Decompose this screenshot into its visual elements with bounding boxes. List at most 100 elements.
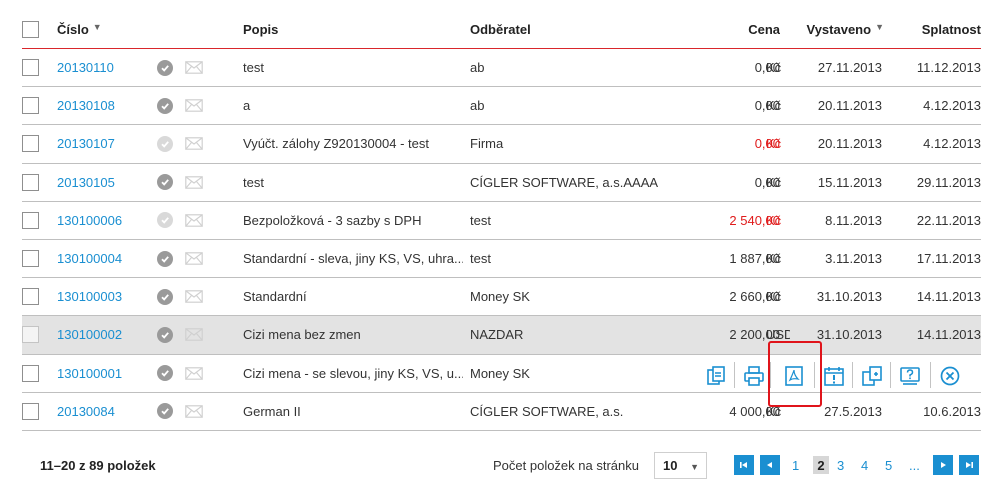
column-header-splatnost[interactable]: Splatnost [892,11,981,48]
prev-page-icon[interactable] [760,455,780,475]
row-checkbox[interactable] [22,288,39,306]
row-checkbox[interactable] [22,402,39,420]
row-select-cell[interactable] [22,164,44,201]
invoice-number-link[interactable]: 130100003 [57,289,122,304]
row-checkbox[interactable] [22,211,39,229]
print-icon[interactable] [742,364,766,388]
column-label: Cena [748,22,780,37]
row-checkbox[interactable] [22,97,39,115]
status-cell [157,393,207,430]
table-row[interactable]: 20130105 test CÍGLER SOFTWARE, a.s.AAAA 0,0… [22,164,981,202]
invoice-number-link[interactable]: 20130084 [57,404,115,419]
page-link[interactable]: 2 [813,456,829,474]
row-select-cell[interactable] [22,240,44,277]
column-header-popis[interactable]: Popis [243,11,463,48]
page-link[interactable]: 3 [837,456,844,474]
table-row[interactable]: 130100006 Bezpoložková - 3 sazby s DPH tes… [22,202,981,240]
row-checkbox[interactable] [22,173,39,191]
customer-cell: Money SK [470,278,670,315]
due-cell: 10.6.2013 [892,393,981,430]
row-select-cell[interactable] [22,393,44,430]
description-text: Vyúčt. zálohy Z920130004 - test [243,136,429,152]
table-row[interactable]: 20130110 test ab 0,00 Kč 27.11.2013 11.12.2013 [22,49,981,88]
due-date: 14.11.2013 [916,327,981,343]
table-row[interactable]: 20130084 German II CÍGLER SOFTWARE, a.s. 4 … [22,393,981,431]
row-select-cell[interactable] [22,49,44,86]
invoice-number-cell[interactable]: 20130107 [57,125,157,162]
currency-text: Kč [766,251,782,267]
column-header-odberatel[interactable]: Odběratel [470,11,670,48]
page-link[interactable]: 5 [885,456,892,474]
currency-text: Kč [766,212,782,228]
invoice-number-cell[interactable]: 130100001 [57,355,157,392]
column-header-cislo[interactable]: Číslo ▼ [57,11,157,48]
invoice-number-cell[interactable]: 20130110 [57,49,157,86]
invoice-number-link[interactable]: 130100006 [57,213,122,228]
help-icon[interactable] [898,364,922,388]
column-header-cena[interactable]: Cena [662,11,780,48]
invoice-number-link[interactable]: 20130108 [57,98,115,113]
invoice-number-cell[interactable]: 130100004 [57,240,157,277]
customer-cell: ab [470,87,670,124]
select-all-cell[interactable] [22,11,44,48]
invoice-number-cell[interactable]: 130100003 [57,278,157,315]
issued-date: 31.10.2013 [816,289,882,305]
copy-icon[interactable] [704,364,728,388]
invoice-number-link[interactable]: 130100004 [57,251,122,266]
per-page-select[interactable]: 10 ▼ [654,452,707,479]
invoice-number-link[interactable]: 20130110 [57,60,114,75]
close-circle-icon[interactable] [938,364,962,388]
row-select-cell[interactable] [22,87,44,124]
table-row[interactable]: 130100002 Cizi mena bez zmen NAZDAR 2 200,0… [22,316,981,355]
issued-date: 20.11.2013 [817,136,882,152]
price-cell: 0,00 [662,87,780,124]
calendar-alert-icon[interactable] [822,364,846,388]
select-all-checkbox[interactable] [22,21,39,38]
row-checkbox[interactable] [22,135,39,153]
table-row[interactable]: 130100004 Standardní - sleva, jiny KS, VS… [22,240,981,279]
next-page-icon[interactable] [933,455,953,475]
row-select-cell[interactable] [22,278,44,315]
invoice-number-cell[interactable]: 20130084 [57,393,157,430]
last-page-icon[interactable] [959,455,979,475]
page-link[interactable]: 4 [861,456,868,474]
customer-text: Money SK [470,365,530,381]
row-checkbox[interactable] [22,364,39,382]
check-circle-icon [157,288,173,305]
currency-cell: Kč [766,202,790,239]
invoice-number-link[interactable]: 20130105 [57,175,115,190]
page-link[interactable]: 1 [792,456,799,474]
invoice-number-cell[interactable]: 130100006 [57,202,157,239]
status-cell [157,87,207,124]
invoice-number-cell[interactable]: 20130108 [57,87,157,124]
row-select-cell[interactable] [22,355,44,392]
table-row[interactable]: 130100003 Standardní Money SK 2 660,00 Kč 31.… [22,278,981,317]
divider [814,362,815,388]
description-cell: Bezpoložková - 3 sazby s DPH [243,202,463,239]
page-ellipsis[interactable]: ... [909,456,920,474]
table-row[interactable]: 20130107 Vyúčt. zálohy Z920130004 - test F… [22,125,981,164]
row-checkbox[interactable] [22,326,39,344]
description-text: Cizi mena bez zmen [243,327,361,343]
issued-date: 8.11.2013 [825,212,882,228]
table-row[interactable]: 20130108 a ab 0,00 Kč 20.11.2013 4.12.2013 [22,87,981,126]
invoice-number-link[interactable]: 20130107 [57,136,115,151]
invoice-number-cell[interactable]: 130100002 [57,316,157,353]
envelope-icon [185,175,203,189]
invoice-number-link[interactable]: 130100001 [57,366,122,381]
check-circle-icon [157,135,173,152]
description-text: test [243,60,264,76]
duplicate-icon[interactable] [860,364,884,388]
check-circle-icon [157,59,173,76]
row-checkbox[interactable] [22,59,39,77]
column-header-vystaveno[interactable]: Vystaveno ▼ [798,11,884,48]
row-select-cell[interactable] [22,202,44,239]
pdf-icon[interactable] [782,364,806,388]
check-circle-icon [157,403,173,420]
first-page-icon[interactable] [734,455,754,475]
invoice-number-cell[interactable]: 20130105 [57,164,157,201]
row-checkbox[interactable] [22,250,39,268]
row-select-cell[interactable] [22,125,44,162]
invoice-number-link[interactable]: 130100002 [57,327,122,342]
row-select-cell[interactable] [22,316,44,353]
